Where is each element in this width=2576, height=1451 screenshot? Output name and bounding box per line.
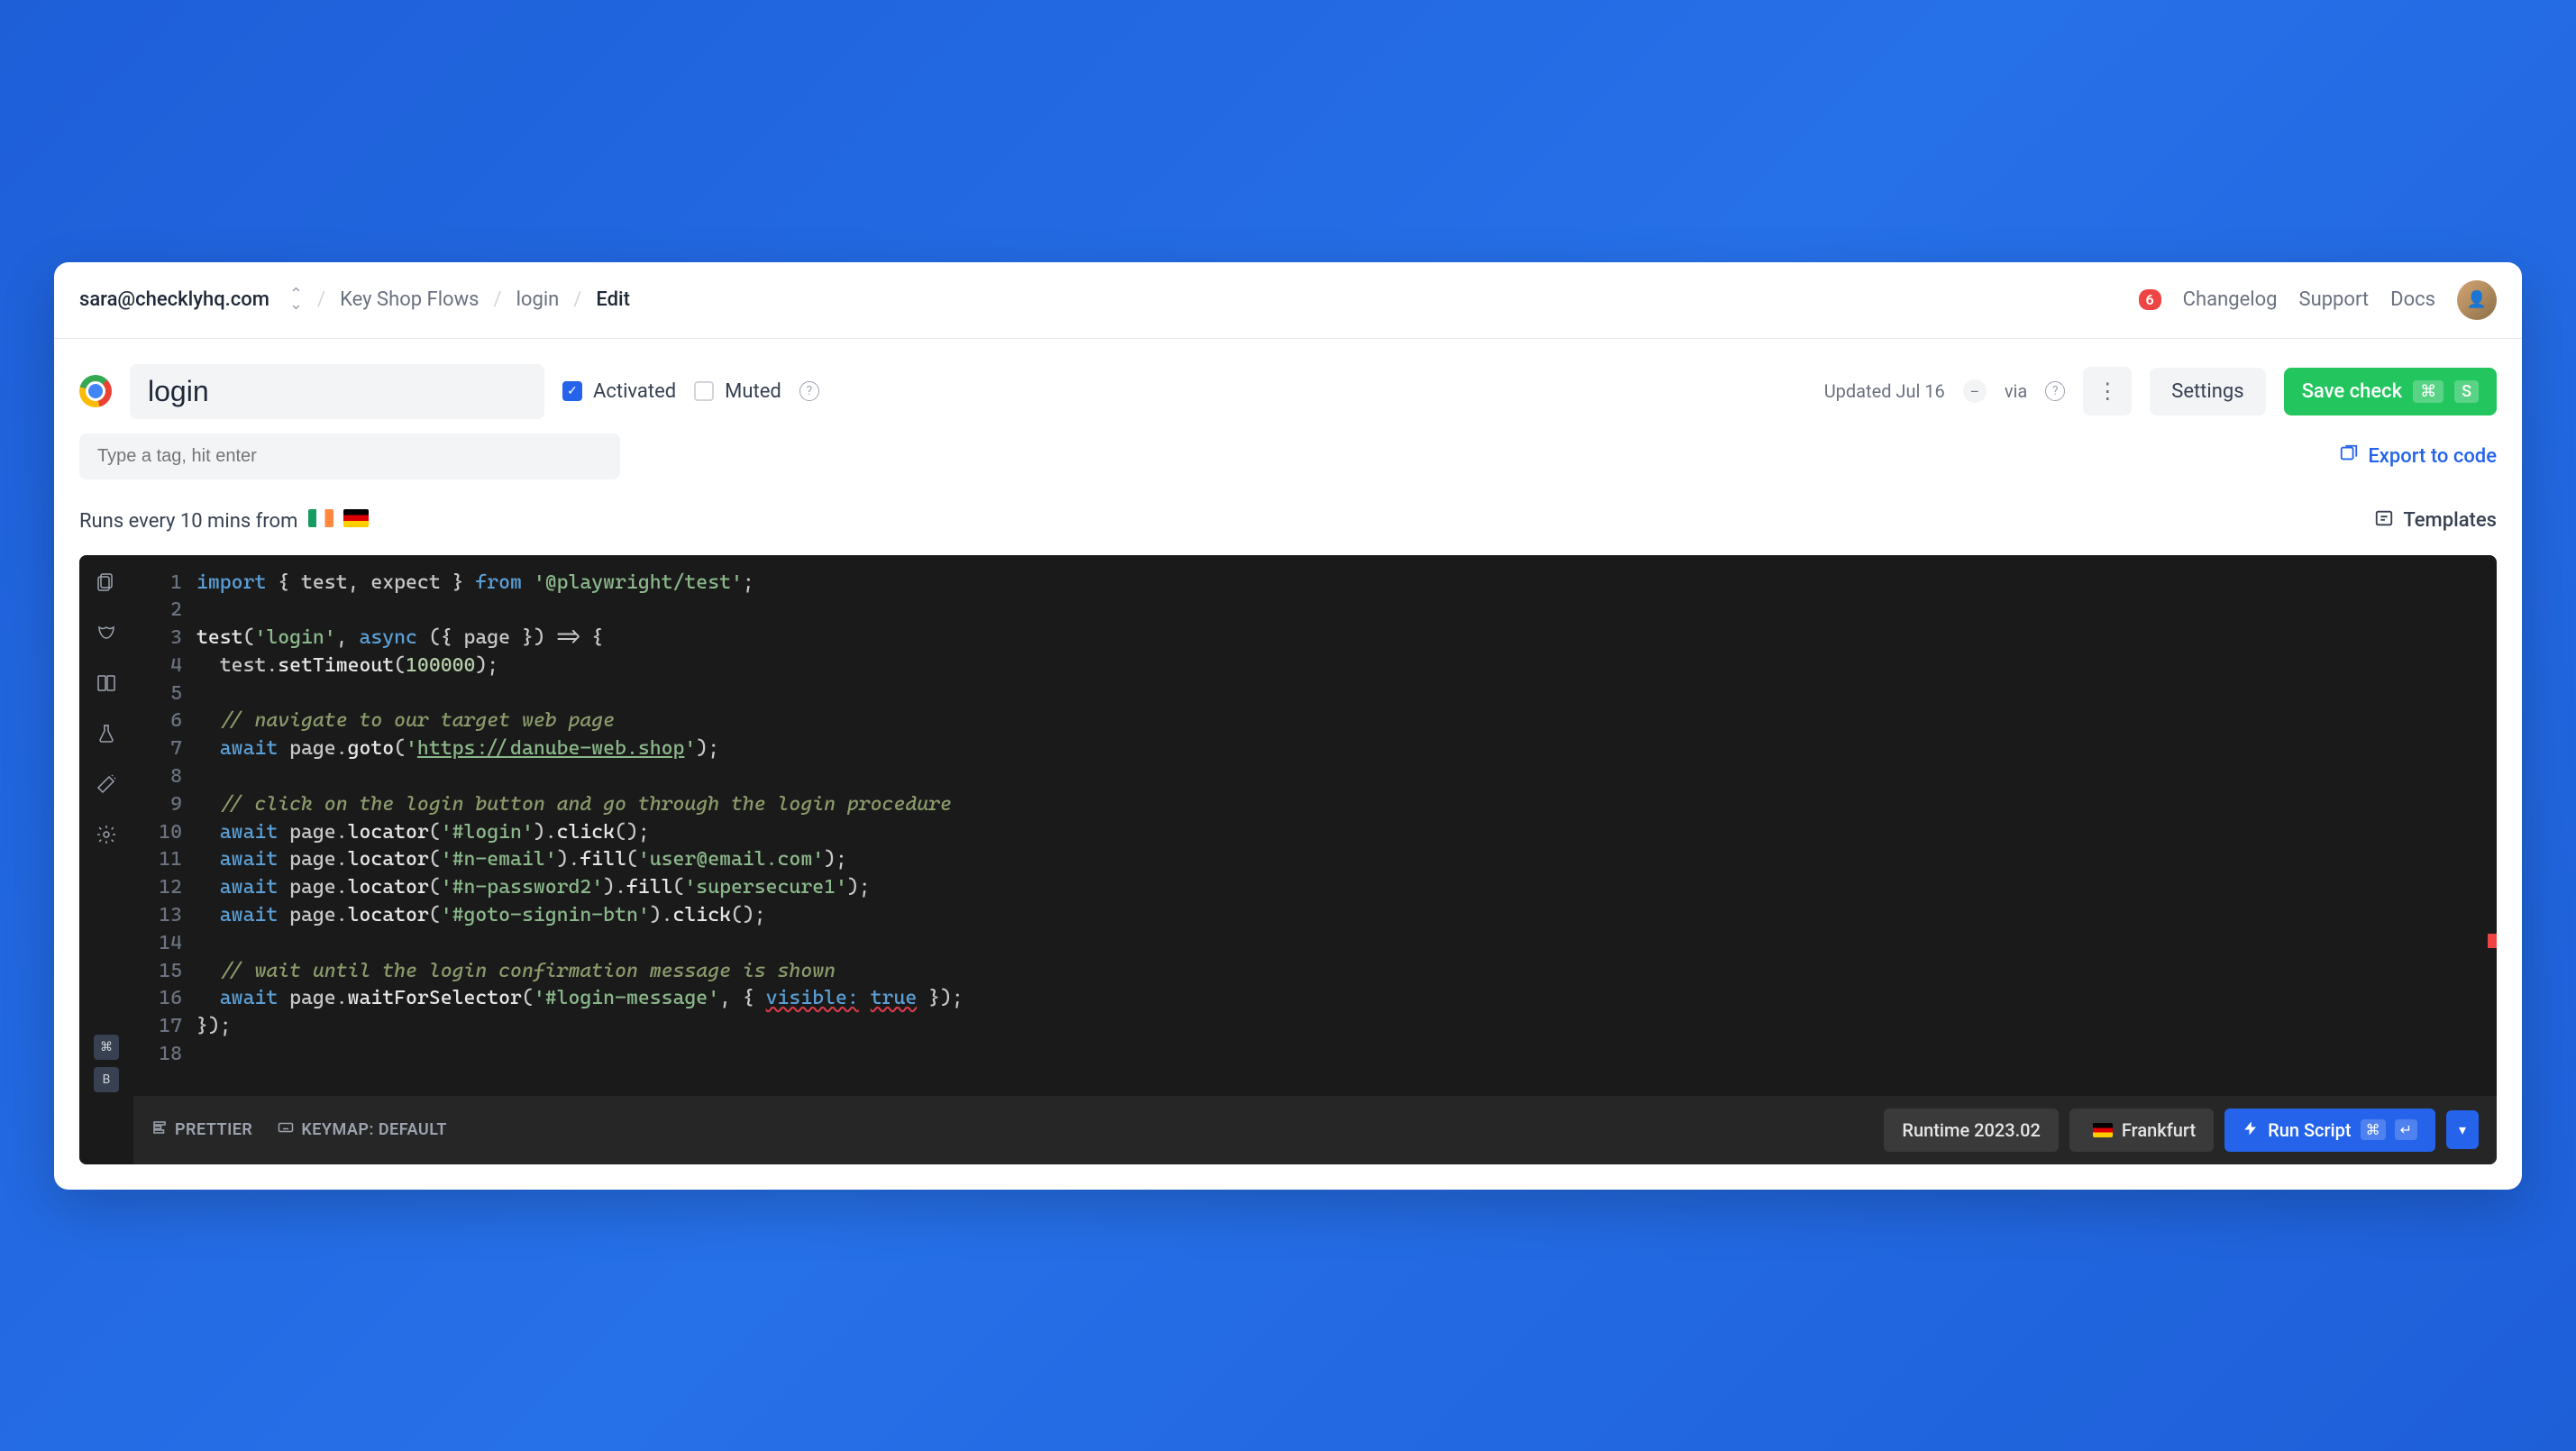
header-section: ✓ Activated Muted ? Updated Jul 16 – via… <box>54 339 2522 419</box>
chevron-down-icon: ▾ <box>2459 1121 2466 1138</box>
gear-icon[interactable] <box>94 822 119 847</box>
keymap-label: KEYMAP: DEFAULT <box>301 1120 447 1139</box>
keymap-button[interactable]: KEYMAP: DEFAULT <box>278 1119 447 1140</box>
flag-germany-icon <box>343 509 369 527</box>
run-script-button[interactable]: Run Script ⌘ ↵ <box>2224 1109 2435 1152</box>
more-menu-button[interactable]: ⋮ <box>2083 367 2132 415</box>
lightning-icon <box>2243 1119 2259 1141</box>
header-right: Updated Jul 16 – via ? ⋮ Settings Save c… <box>1824 367 2497 415</box>
help-icon[interactable]: ? <box>799 381 819 401</box>
code-lines[interactable]: import { test, expect } from '@playwrigh… <box>196 570 2497 1081</box>
breadcrumb-sep: / <box>494 288 502 311</box>
breadcrumb-email[interactable]: sara@checklyhq.com <box>79 288 269 311</box>
account-switcher-icon[interactable]: ⌃⌄ <box>289 290 303 310</box>
files-icon[interactable] <box>94 570 119 595</box>
muted-toggle[interactable]: Muted <box>694 380 781 403</box>
breadcrumb: sara@checklyhq.com ⌃⌄ / Key Shop Flows /… <box>79 288 630 311</box>
prettier-icon <box>151 1119 168 1140</box>
export-to-code-link[interactable]: Export to code <box>2339 443 2497 469</box>
code-editor: ⌘ B 123456789101112131415161718 import {… <box>79 555 2497 1164</box>
run-label: Run Script <box>2268 1119 2351 1141</box>
top-nav-right: 6 Changelog Support Docs 👤 <box>2139 280 2497 320</box>
activated-toggle[interactable]: ✓ Activated <box>562 380 676 403</box>
tag-input[interactable] <box>79 433 620 479</box>
flask-icon[interactable] <box>94 721 119 746</box>
export-icon <box>2339 443 2359 469</box>
export-label: Export to code <box>2368 445 2497 468</box>
breadcrumb-sep: / <box>317 288 325 311</box>
kbd-cmd: ⌘ <box>94 1035 119 1060</box>
kbd-cmd: ⌘ <box>2413 380 2444 403</box>
second-row: Export to code <box>54 419 2522 494</box>
third-row: Runs every 10 mins from Templates <box>54 494 2522 555</box>
mask-icon[interactable] <box>94 620 119 645</box>
editor-footer: PRETTIER KEYMAP: DEFAULT Runtime 2023.02… <box>133 1096 2497 1164</box>
muted-label: Muted <box>725 380 781 403</box>
updated-text: Updated Jul 16 <box>1824 380 1945 402</box>
app-window: sara@checklyhq.com ⌃⌄ / Key Shop Flows /… <box>54 262 2522 1190</box>
footer-left: PRETTIER KEYMAP: DEFAULT <box>151 1119 447 1140</box>
nav-support[interactable]: Support <box>2299 288 2370 311</box>
breadcrumb-action: Edit <box>596 288 630 311</box>
error-marker-icon[interactable] <box>2488 934 2497 948</box>
more-vertical-icon: ⋮ <box>2096 379 2118 404</box>
templates-button[interactable]: Templates <box>2374 508 2497 534</box>
top-bar: sara@checklyhq.com ⌃⌄ / Key Shop Flows /… <box>54 262 2522 339</box>
nav-changelog[interactable]: Changelog <box>2183 288 2278 311</box>
run-dropdown-button[interactable]: ▾ <box>2446 1110 2479 1149</box>
breadcrumb-group[interactable]: Key Shop Flows <box>340 288 479 311</box>
header-row: ✓ Activated Muted ? Updated Jul 16 – via… <box>79 364 2497 419</box>
kbd-enter: ↵ <box>2395 1119 2417 1140</box>
code-area: 123456789101112131415161718 import { tes… <box>133 555 2497 1164</box>
changelog-badge: 6 <box>2139 289 2161 310</box>
avatar[interactable]: 👤 <box>2457 280 2497 320</box>
footer-right: Runtime 2023.02 Frankfurt Run Script ⌘ ↵ <box>1884 1109 2479 1152</box>
settings-button[interactable]: Settings <box>2150 368 2265 415</box>
wand-icon[interactable] <box>94 771 119 797</box>
kbd-cmd: ⌘ <box>2361 1119 2386 1140</box>
save-check-button[interactable]: Save check ⌘ S <box>2284 368 2497 415</box>
chrome-icon <box>79 375 112 407</box>
flag-germany-icon <box>2093 1123 2113 1137</box>
breadcrumb-check[interactable]: login <box>516 288 560 311</box>
breadcrumb-sep: / <box>573 288 581 311</box>
runs-text: Runs every 10 mins from <box>79 510 297 533</box>
checkbox-checked-icon[interactable]: ✓ <box>562 381 582 401</box>
sidebar-shortcut-hint: ⌘ B <box>94 1035 119 1092</box>
flag-ireland-icon <box>308 509 333 527</box>
runtime-button[interactable]: Runtime 2023.02 <box>1884 1109 2058 1152</box>
location-label: Frankfurt <box>2122 1119 2196 1141</box>
check-name-input[interactable] <box>130 364 544 419</box>
help-icon[interactable]: ? <box>2045 381 2065 401</box>
templates-icon <box>2374 508 2394 534</box>
kbd-s: S <box>2454 380 2479 403</box>
split-icon[interactable] <box>94 671 119 696</box>
nav-docs[interactable]: Docs <box>2390 288 2435 311</box>
kbd-b: B <box>94 1067 119 1092</box>
activated-label: Activated <box>593 380 676 403</box>
prettier-label: PRETTIER <box>175 1120 252 1139</box>
checkbox-unchecked-icon[interactable] <box>694 381 714 401</box>
via-text: via <box>2005 380 2027 402</box>
editor-sidebar: ⌘ B <box>79 555 133 1164</box>
schedule-info: Runs every 10 mins from <box>79 509 369 533</box>
code-main[interactable]: 123456789101112131415161718 import { tes… <box>133 555 2497 1096</box>
author-placeholder-icon: – <box>1963 379 1987 403</box>
keyboard-icon <box>278 1119 294 1140</box>
prettier-button[interactable]: PRETTIER <box>151 1119 252 1140</box>
save-label: Save check <box>2302 380 2403 403</box>
templates-label: Templates <box>2403 509 2497 532</box>
line-gutter: 123456789101112131415161718 <box>133 570 196 1081</box>
location-button[interactable]: Frankfurt <box>2069 1109 2214 1152</box>
